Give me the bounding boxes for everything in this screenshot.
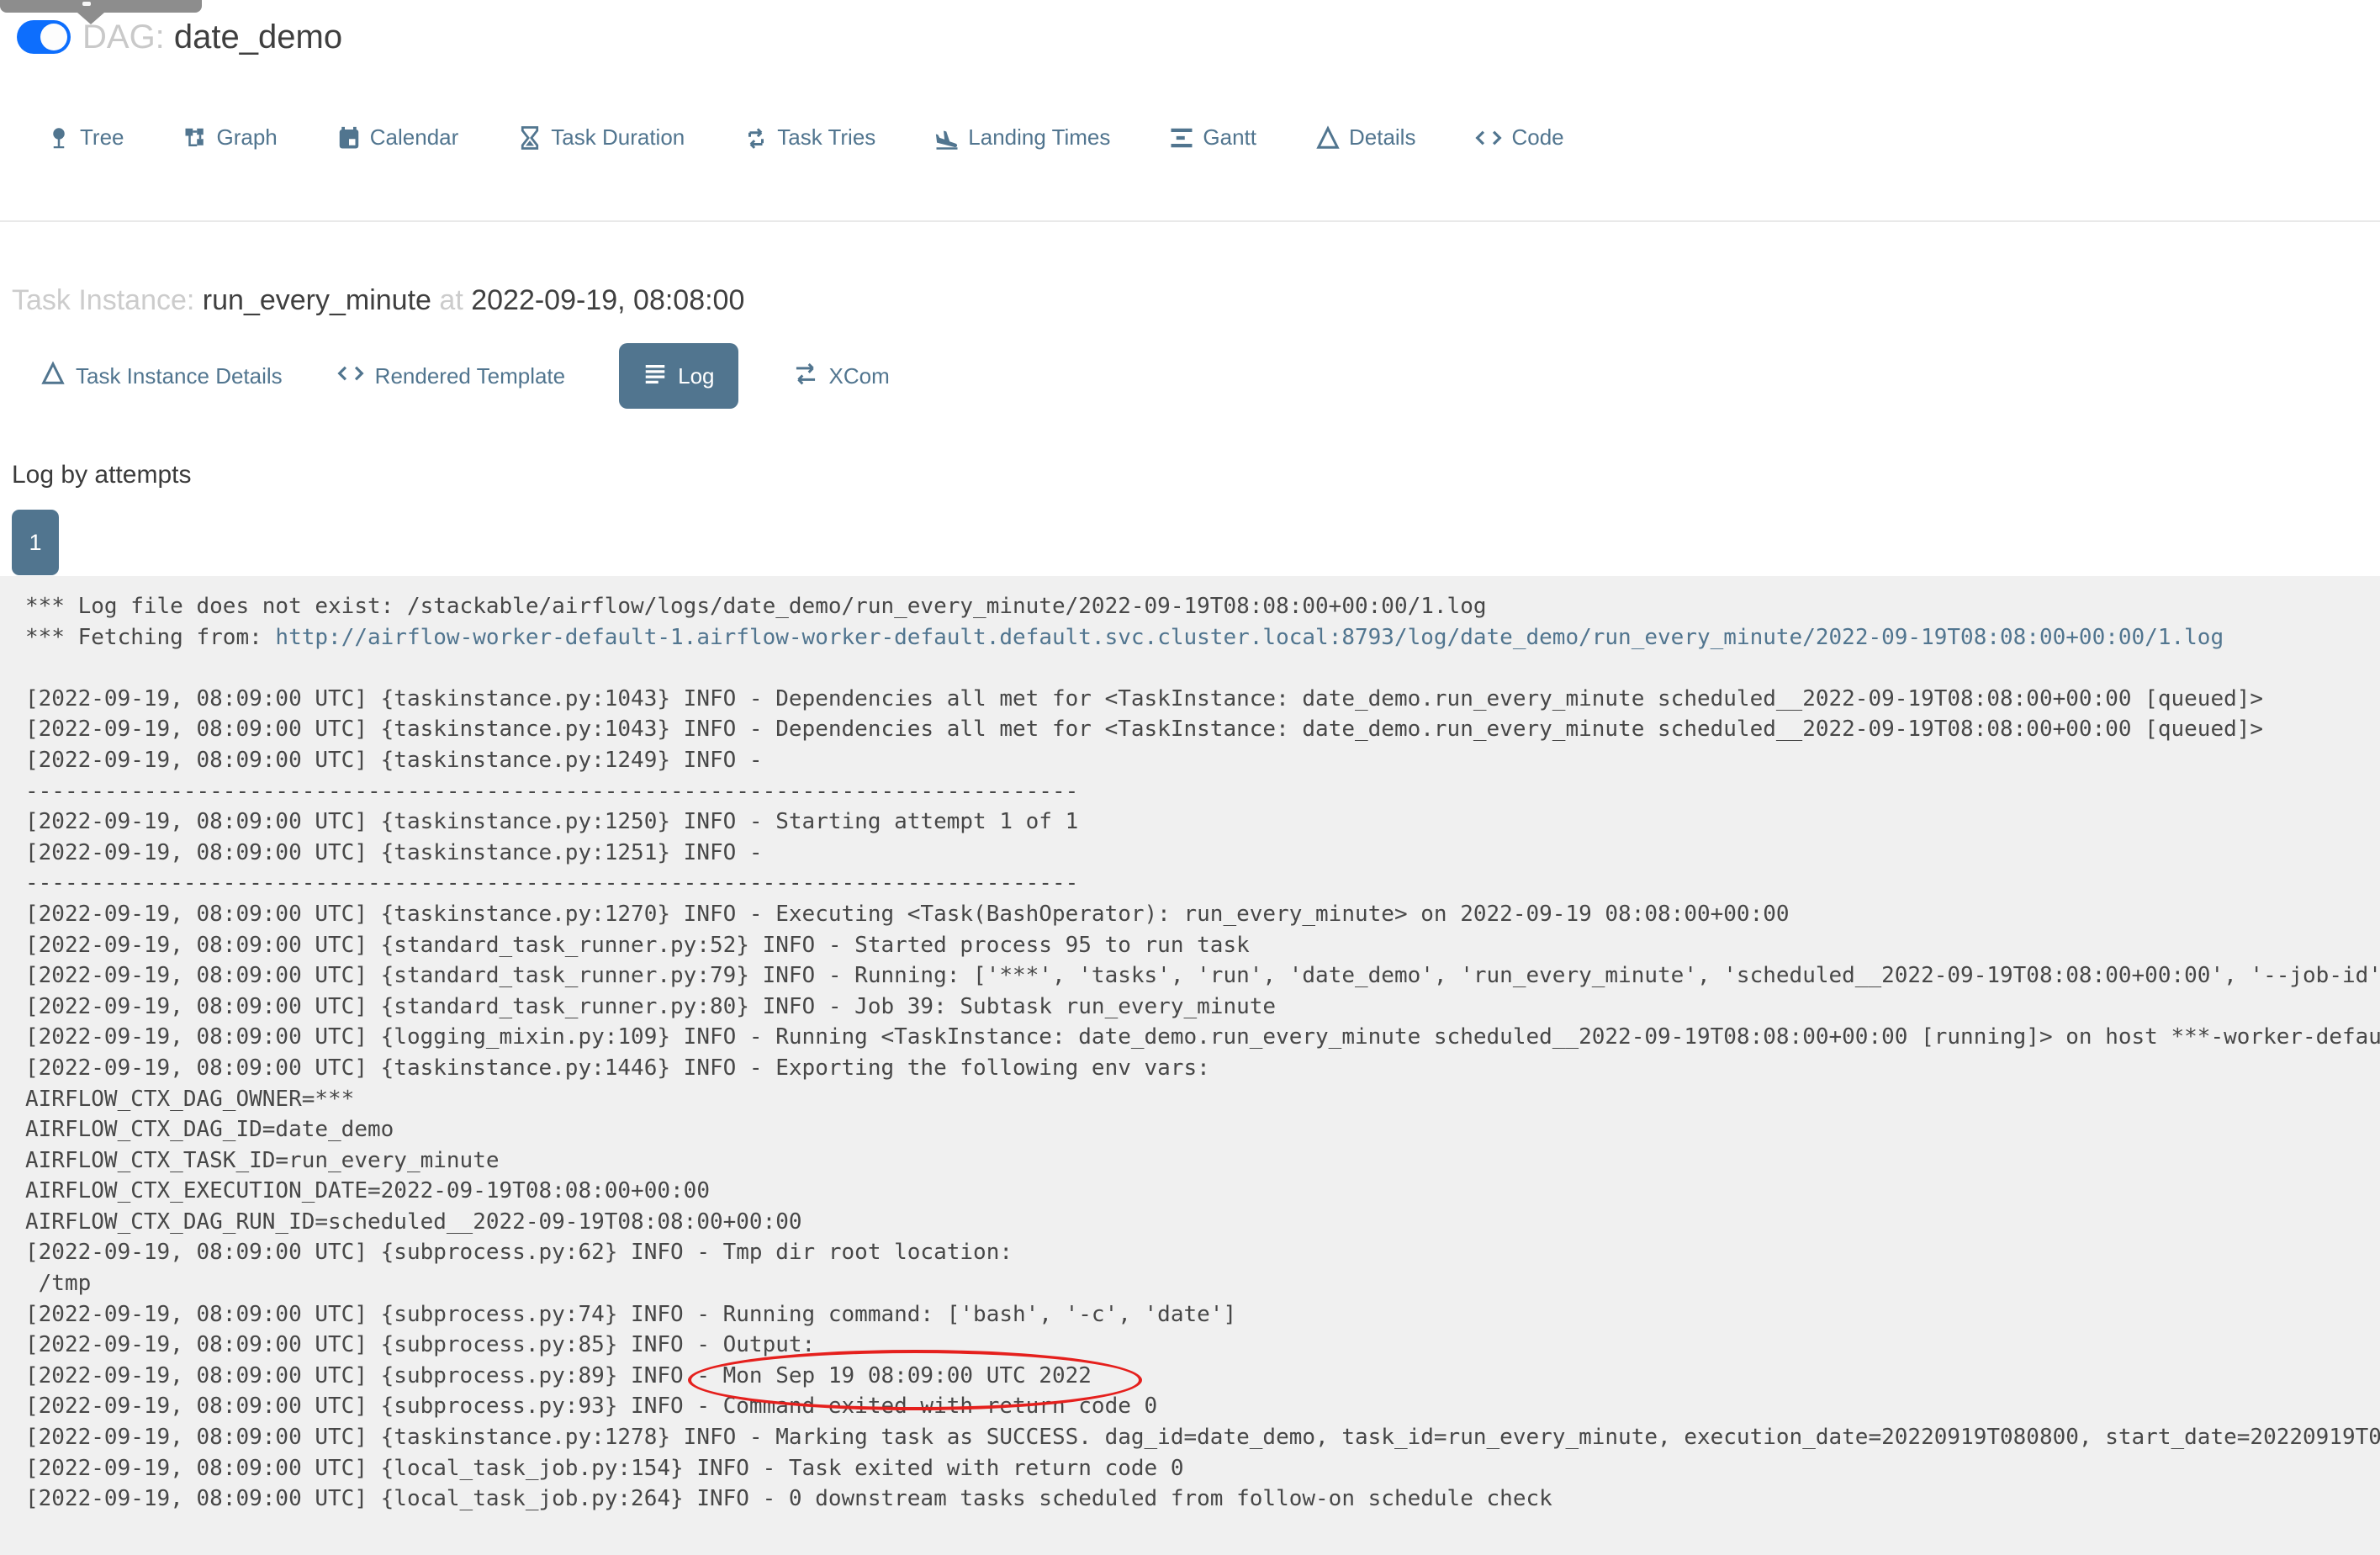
log-line: [2022-09-19, 08:09:00 UTC] {taskinstance… (25, 809, 1079, 835)
tab-label: Landing Times (968, 124, 1111, 150)
task-instance-at: at (439, 284, 463, 316)
tab-log[interactable]: Log (619, 343, 738, 409)
tab-code[interactable]: Code (1474, 124, 1564, 151)
tab-task-instance-details[interactable]: Task Instance Details (40, 360, 283, 392)
log-line: [2022-09-19, 08:09:00 UTC] {taskinstance… (25, 747, 776, 773)
log-line: *** Fetching from: http://airflow-worker… (25, 622, 2380, 653)
log-output-panel: *** Log file does not exist: /stackable/… (0, 576, 2380, 1555)
task-instance-tabs: Task Instance Details Rendered Template Lo… (40, 343, 890, 409)
log-line: [2022-09-19, 08:09:00 UTC] {taskinstance… (25, 717, 2264, 743)
tab-tree[interactable]: Tree (46, 124, 124, 151)
retry-arrows-icon (743, 125, 769, 151)
dag-label: DAG: (82, 19, 165, 56)
log-url-link[interactable]: http://airflow-worker-default-1.airflow-… (275, 625, 2224, 650)
exchange-arrows-icon (792, 361, 819, 392)
triangle-icon (1315, 124, 1341, 151)
clipped-tooltip (0, 0, 202, 13)
sitemap-icon (183, 125, 209, 151)
tab-gantt[interactable]: Gantt (1169, 124, 1256, 151)
tab-rendered-template[interactable]: Rendered Template (336, 361, 565, 392)
tab-label: Details (1348, 124, 1416, 150)
log-line: [2022-09-19, 08:09:00 UTC] {local_task_j… (25, 1455, 1184, 1481)
hourglass-icon (517, 125, 542, 151)
plane-landing-icon (934, 125, 960, 151)
log-line: [2022-09-19, 08:09:00 UTC] {subprocess.p… (25, 1362, 1092, 1388)
log-line: [2022-09-19, 08:09:00 UTC] {taskinstance… (25, 839, 776, 865)
page-title: DAG: date_demo (82, 19, 342, 56)
tab-label: Calendar (369, 124, 459, 150)
log-line: [2022-09-19, 08:09:00 UTC] {logging_mixi… (25, 1024, 2380, 1050)
task-instance-name: run_every_minute (202, 284, 431, 316)
dag-pause-toggle[interactable] (17, 20, 71, 54)
tab-calendar[interactable]: Calendar (336, 124, 459, 151)
calendar-icon (336, 125, 362, 151)
tab-graph[interactable]: Graph (183, 124, 278, 151)
log-line: ----------------------------------------… (25, 778, 1079, 804)
tab-label: Gantt (1203, 124, 1256, 150)
dag-header: DAG: date_demo (17, 19, 342, 56)
log-line: AIRFLOW_CTX_DAG_RUN_ID=scheduled__2022-0… (25, 1209, 802, 1235)
tab-landing-times[interactable]: Landing Times (934, 124, 1110, 151)
log-line: [2022-09-19, 08:09:00 UTC] {taskinstance… (25, 901, 1790, 927)
log-line: [2022-09-19, 08:09:00 UTC] {standard_tas… (25, 963, 2380, 989)
log-line: ----------------------------------------… (25, 870, 1079, 897)
tab-label: Task Instance Details (76, 362, 283, 389)
log-line: AIRFLOW_CTX_DAG_OWNER=*** (25, 1086, 355, 1112)
log-line: [2022-09-19, 08:09:00 UTC] {subprocess.p… (25, 1301, 1237, 1327)
header-divider (0, 220, 2380, 222)
tab-label: Tree (80, 124, 124, 150)
log-line: [2022-09-19, 08:09:00 UTC] {subprocess.p… (25, 1394, 1158, 1420)
tab-label: Graph (216, 124, 278, 150)
attempt-tabs: 1 (12, 510, 59, 575)
tab-details[interactable]: Details (1315, 124, 1415, 151)
task-instance-prefix: Task Instance: (12, 284, 195, 316)
log-line: AIRFLOW_CTX_DAG_ID=date_demo (25, 1117, 394, 1143)
tab-label: Code (1511, 124, 1564, 150)
log-line: [2022-09-19, 08:09:00 UTC] {taskinstance… (25, 1055, 1210, 1081)
code-icon (1474, 125, 1503, 151)
log-line: [2022-09-19, 08:09:00 UTC] {standard_tas… (25, 932, 1250, 958)
log-text: *** Fetching from: (25, 624, 276, 650)
dag-name: date_demo (173, 19, 343, 56)
tab-xcom[interactable]: XCom (792, 361, 890, 392)
log-line: /tmp (25, 1271, 92, 1297)
triangle-icon (40, 360, 66, 392)
tab-label: Rendered Template (374, 362, 566, 389)
log-line: *** Log file does not exist: /stackable/… (25, 594, 1487, 619)
attempt-1-button[interactable]: 1 (12, 510, 59, 575)
log-line: [2022-09-19, 08:09:00 UTC] {taskinstance… (25, 685, 2264, 711)
list-lines-icon (643, 361, 668, 392)
pin-icon (46, 125, 71, 151)
task-instance-heading: Task Instance: run_every_minute at 2022-… (12, 284, 744, 317)
tab-task-duration[interactable]: Task Duration (517, 124, 685, 151)
tab-task-tries[interactable]: Task Tries (743, 124, 875, 151)
gantt-bars-icon (1169, 125, 1194, 151)
log-line: [2022-09-19, 08:09:00 UTC] {subprocess.p… (25, 1240, 1013, 1266)
task-instance-datetime: 2022-09-19, 08:08:00 (471, 284, 745, 316)
tab-label: XCom (828, 362, 890, 389)
log-line: [2022-09-19, 08:09:00 UTC] {taskinstance… (25, 1425, 2380, 1451)
log-by-attempts-heading: Log by attempts (12, 461, 192, 489)
log-line: AIRFLOW_CTX_TASK_ID=run_every_minute (25, 1147, 500, 1173)
log-line: AIRFLOW_CTX_EXECUTION_DATE=2022-09-19T08… (25, 1178, 710, 1204)
tab-label: Task Tries (777, 124, 876, 150)
dag-view-tabs: Tree Graph Calendar Task Duration Task Tries… (46, 124, 1564, 151)
log-line: [2022-09-19, 08:09:00 UTC] {local_task_j… (25, 1486, 1552, 1512)
airflow-task-log-page: { "colors": { "accent": "#51758f", "togg… (0, 0, 2380, 1555)
toggle-knob (40, 24, 67, 50)
log-line: [2022-09-19, 08:09:00 UTC] {subprocess.p… (25, 1332, 816, 1358)
tab-label: Log (678, 362, 715, 389)
tab-label: Task Duration (551, 124, 685, 150)
code-icon (336, 361, 365, 392)
log-line: [2022-09-19, 08:09:00 UTC] {standard_tas… (25, 993, 1277, 1019)
tooltip-text-remnant (82, 2, 91, 6)
